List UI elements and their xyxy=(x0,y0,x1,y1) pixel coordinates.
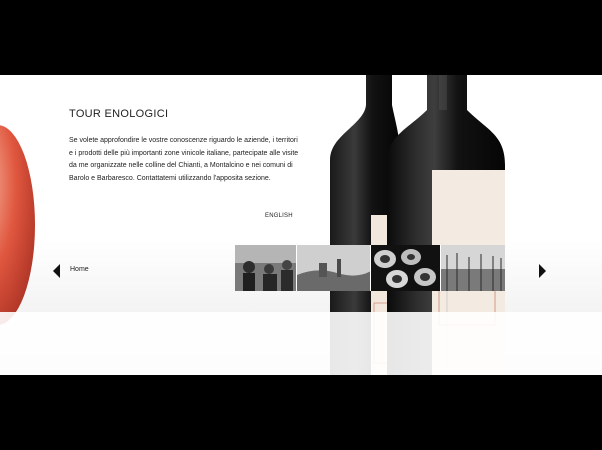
gallery-thumbnail-3[interactable] xyxy=(371,245,440,291)
page-title: TOUR ENOLOGICI xyxy=(69,108,169,120)
red-pepper-image xyxy=(0,125,35,325)
arrow-right-icon[interactable] xyxy=(539,264,546,278)
language-link-english[interactable]: ENGLISH xyxy=(265,213,293,219)
gallery-thumbnail-2[interactable] xyxy=(297,245,371,291)
arrow-left-icon[interactable] xyxy=(53,264,60,278)
vineyard-photo-icon xyxy=(440,245,505,291)
barrels-photo-icon xyxy=(371,245,440,291)
footer-band xyxy=(0,312,602,375)
gallery-strip xyxy=(235,245,505,291)
main-content-area: TOUR ENOLOGICI Se volete approfondire le… xyxy=(0,75,602,375)
home-link[interactable]: Home xyxy=(70,266,89,273)
gallery-thumbnail-4[interactable] xyxy=(440,245,505,291)
intro-paragraph: Se volete approfondire le vostre conosce… xyxy=(69,137,299,182)
gallery-thumbnail-1[interactable] xyxy=(235,245,297,291)
landscape-photo-icon xyxy=(297,245,371,291)
people-photo-icon xyxy=(235,245,297,291)
